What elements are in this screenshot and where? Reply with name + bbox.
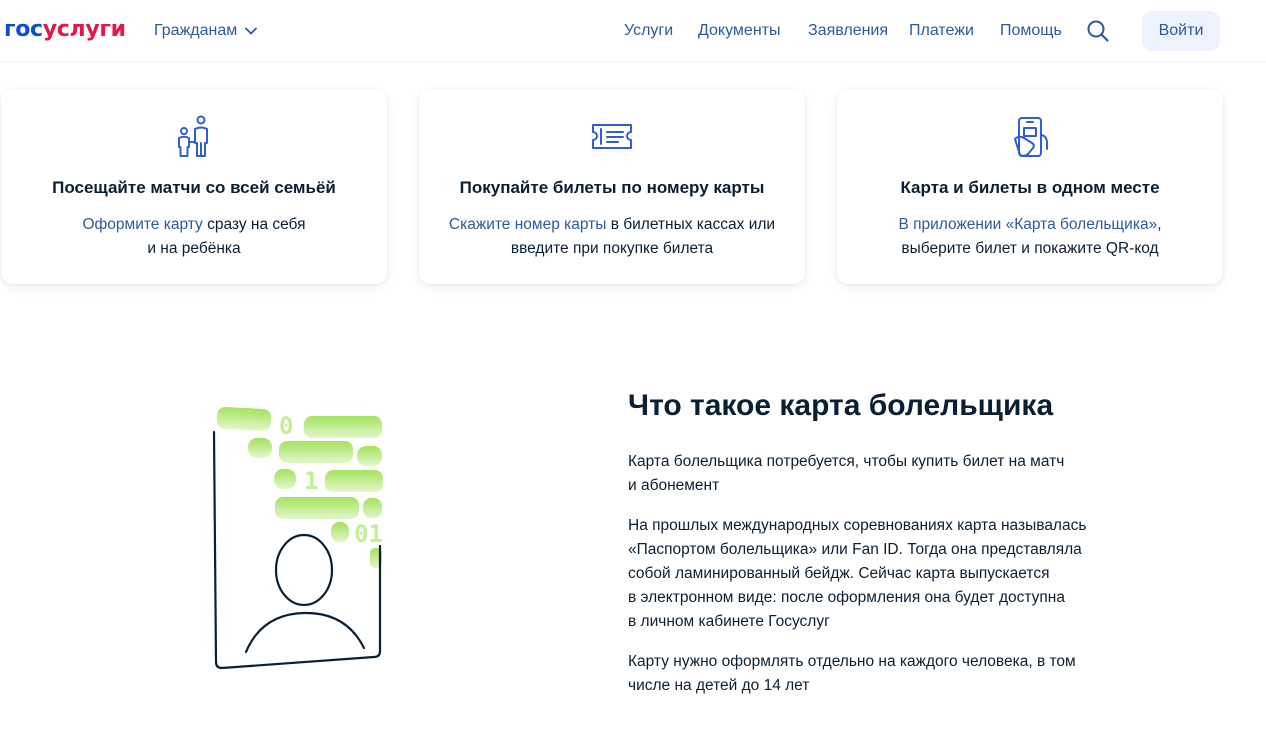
- header: госуслуги Гражданам Услуги Документы Зая…: [0, 0, 1266, 62]
- info-p1-line: и абонемент: [628, 477, 720, 494]
- info-p2-line: в электронном виде: после оформления она…: [628, 589, 1065, 606]
- family-icon: [178, 115, 208, 157]
- info-p1-line: Карта болельщика потребуется, чтобы купи…: [628, 453, 1065, 470]
- phone-app-icon: [1014, 117, 1048, 157]
- nav-item-applications[interactable]: Заявления: [808, 21, 888, 41]
- fan-id-illustration: 0 1 01: [212, 407, 383, 670]
- nav-item-services[interactable]: Услуги: [624, 21, 673, 41]
- card-title: Посещайте матчи со всей семьёй: [52, 178, 336, 197]
- card-text-line2: выберите билет и покажите QR-код: [901, 240, 1159, 257]
- info-p2-line: собой ламинированный бейдж. Сейчас карта…: [628, 565, 1050, 582]
- info-p3-line: числе на детей до 14 лет: [628, 677, 810, 694]
- nav-item-documents[interactable]: Документы: [698, 21, 780, 41]
- info-paragraph-1: Карта болельщика потребуется, чтобы купи…: [628, 450, 1108, 498]
- illustration-digit: 0: [279, 412, 293, 440]
- card-text: Оформите карту сразу на себя и на ребёнк…: [21, 213, 367, 261]
- info-p2-line: На прошлых международных соревнованиях к…: [628, 517, 1087, 534]
- card-text-line2: введите при покупке билета: [510, 240, 714, 257]
- info-p2-line: в личном кабинете Госуслуг: [628, 613, 830, 630]
- login-button[interactable]: Войти: [1142, 11, 1220, 51]
- card-link-order-card[interactable]: Оформите карту: [83, 216, 203, 233]
- card-title: Покупайте билеты по номеру карты: [459, 178, 765, 197]
- card-text: В приложении «Карта болельщика», выберит…: [857, 213, 1203, 261]
- card-link-fan-card-app[interactable]: В приложении «Карта болельщика»: [898, 216, 1157, 233]
- nav-item-help[interactable]: Помощь: [1000, 21, 1062, 41]
- card-link-say-card-number[interactable]: Скажите номер карты: [449, 216, 606, 233]
- ticket-card-icon: [592, 124, 632, 149]
- card-text-part: ,: [1157, 216, 1162, 233]
- card-tickets: Покупайте билеты по номеру карты Скажите…: [419, 89, 805, 284]
- illustration-digit: 01: [354, 520, 383, 548]
- search-icon[interactable]: [1086, 19, 1110, 43]
- card-text: Скажите номер карты в билетных кассах ил…: [439, 213, 785, 261]
- nav-item-payments[interactable]: Платежи: [909, 21, 974, 41]
- card-text-line2: и на ребёнка: [147, 240, 241, 257]
- card-app: Карта и билеты в одном месте В приложени…: [837, 89, 1223, 284]
- card-title: Карта и билеты в одном месте: [900, 178, 1160, 197]
- info-p3-line: Карту нужно оформлять отдельно на каждог…: [628, 653, 1076, 670]
- info-title: Что такое карта болельщика: [628, 389, 1054, 422]
- card-family: Посещайте матчи со всей семьёй Оформите …: [1, 89, 387, 284]
- info-p2-line: «Паспортом болельщика» или Fan ID. Тогда…: [628, 541, 1082, 558]
- card-text-part: сразу на себя: [202, 216, 306, 233]
- info-paragraph-2: На прошлых международных соревнованиях к…: [628, 514, 1108, 634]
- illustration-digit: 1: [304, 467, 318, 495]
- card-text-part: в билетных кассах или: [606, 216, 776, 233]
- main-nav: Услуги Документы Заявления Платежи Помощ…: [0, 21, 1266, 41]
- info-paragraph-3: Карту нужно оформлять отдельно на каждог…: [628, 650, 1108, 698]
